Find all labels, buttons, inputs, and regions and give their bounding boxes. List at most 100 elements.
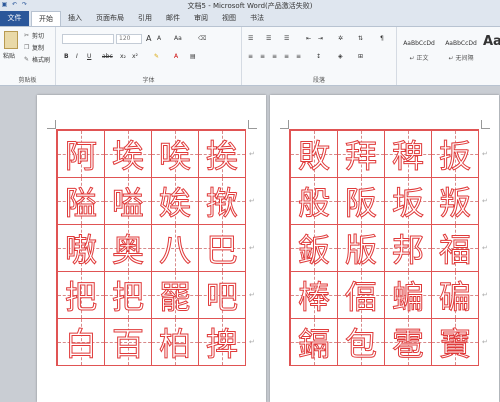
style-heading[interactable]: Aa xyxy=(483,31,500,65)
grid-cell: 福 xyxy=(431,224,479,272)
outline-character: 埃 xyxy=(111,137,144,176)
outline-character: 稗 xyxy=(391,137,424,176)
outline-character: 唉 xyxy=(158,137,191,176)
font-name-input[interactable] xyxy=(62,34,114,44)
change-case-button[interactable]: Aa xyxy=(174,34,182,43)
increase-indent-icon[interactable]: ⇥ xyxy=(318,34,323,43)
underline-button[interactable]: U xyxy=(87,52,91,61)
grid-cell: 巴 xyxy=(198,224,246,272)
decrease-indent-icon[interactable]: ⇤ xyxy=(306,34,311,43)
superscript-button[interactable]: x² xyxy=(132,52,138,61)
ribbon: 粘贴 ✂ 剪切 ❐ 复制 ✎ 格式刷 剪贴板 120 A A Aa ⌫ B I U a… xyxy=(0,27,500,86)
paste-button[interactable]: 粘贴 xyxy=(3,51,15,60)
grid-cell: 嗷 xyxy=(57,224,105,272)
sort-icon[interactable]: ⇅ xyxy=(358,34,363,43)
bullets-icon[interactable]: ☰ xyxy=(248,34,253,43)
tab-7[interactable]: 书法 xyxy=(243,11,271,26)
grid-cell: 鈑 xyxy=(290,224,338,272)
paragraph-mark-icon: ↵ xyxy=(249,338,255,346)
tab-5[interactable]: 审阅 xyxy=(187,11,215,26)
grid-cell: 唉 xyxy=(151,130,199,178)
grid-cell: 叛 xyxy=(431,177,479,225)
char-shading-icon[interactable]: ▤ xyxy=(190,52,196,61)
paragraph-mark-icon: ↵ xyxy=(482,150,488,158)
document-area[interactable]: 阿埃唉挨 ↵ 隘嗌娭揿 ↵ 嗷奥八巴 ↵ 把把罷吧 ↵ 白百柏捭 ↵ 敗拜稗扳 ↵ 般阪坂叛 ↵ 鈑版邦福… xyxy=(0,86,500,402)
tab-1[interactable]: 插入 xyxy=(61,11,89,26)
grid-cell: 揿 xyxy=(198,177,246,225)
multilevel-list-icon[interactable]: ☰ xyxy=(284,34,289,43)
justify-icon[interactable]: ≡ xyxy=(284,52,289,61)
copy-button[interactable]: ❐ 复制 xyxy=(24,43,44,52)
style-no-spacing[interactable]: AaBbCcDd ↵ 无间隔 xyxy=(441,31,481,65)
tab-2[interactable]: 页面布局 xyxy=(89,11,131,26)
shading-icon[interactable]: ◈ xyxy=(338,52,343,61)
distributed-icon[interactable]: ≡ xyxy=(296,52,301,61)
crop-mark xyxy=(47,120,56,129)
grid-cell: 八 xyxy=(151,224,199,272)
title-bar: ▣ ↶ ↷ 文档5 - Microsoft Word(产品激活失败) xyxy=(0,0,500,11)
outline-character: 阿 xyxy=(64,137,97,176)
grid-cell: 雹 xyxy=(384,318,432,366)
cut-label: 剪切 xyxy=(32,33,45,40)
outline-character: 偪 xyxy=(344,278,377,317)
line-spacing-icon[interactable]: ↕ xyxy=(316,52,321,61)
outline-character: 嗌 xyxy=(111,184,144,223)
grid-cell: 偪 xyxy=(337,271,385,319)
paragraph-mark-icon: ↵ xyxy=(249,150,255,158)
show-marks-icon[interactable]: ¶ xyxy=(380,34,384,43)
grid-cell: 奥 xyxy=(104,224,152,272)
bold-button[interactable]: B xyxy=(64,52,69,61)
clear-format-icon[interactable]: ⌫ xyxy=(198,34,206,43)
tab-6[interactable]: 视图 xyxy=(215,11,243,26)
borders-icon[interactable]: ⊞ xyxy=(358,52,363,61)
tab-0[interactable]: 开始 xyxy=(31,11,61,26)
outline-character: 鈑 xyxy=(297,231,330,270)
align-left-icon[interactable]: ≡ xyxy=(248,52,253,61)
paste-icon[interactable] xyxy=(4,31,18,49)
paragraph-mark-icon: ↵ xyxy=(482,244,488,252)
page-2[interactable]: 敗拜稗扳 ↵ 般阪坂叛 ↵ 鈑版邦福 ↵ 棒偪蝙碥 ↵ 鎘包雹寶 ↵ xyxy=(270,95,499,402)
cut-button[interactable]: ✂ 剪切 xyxy=(24,31,44,40)
calligraphy-grid: 阿埃唉挨 ↵ 隘嗌娭揿 ↵ 嗷奥八巴 ↵ 把把罷吧 ↵ 白百柏捭 ↵ xyxy=(56,129,255,366)
clipboard-group: 粘贴 ✂ 剪切 ❐ 复制 ✎ 格式刷 剪贴板 xyxy=(0,27,56,85)
format-painter-button[interactable]: ✎ 格式刷 xyxy=(24,55,50,64)
font-color-icon[interactable]: A xyxy=(174,52,178,61)
page-1[interactable]: 阿埃唉挨 ↵ 隘嗌娭揿 ↵ 嗷奥八巴 ↵ 把把罷吧 ↵ 白百柏捭 ↵ xyxy=(37,95,266,402)
grid-cell: 拜 xyxy=(337,130,385,178)
tab-4[interactable]: 邮件 xyxy=(159,11,187,26)
align-right-icon[interactable]: ≡ xyxy=(272,52,277,61)
highlight-icon[interactable]: ✎ xyxy=(154,52,159,61)
tab-3[interactable]: 引用 xyxy=(131,11,159,26)
grid-cell: 白 xyxy=(57,318,105,366)
outline-character: 坂 xyxy=(391,184,424,223)
grid-cell: 鎘 xyxy=(290,318,338,366)
outline-character: 奥 xyxy=(111,231,144,270)
font-group-label: 字体 xyxy=(142,77,155,84)
grid-cell: 把 xyxy=(104,271,152,319)
grow-font-button[interactable]: A xyxy=(146,34,151,43)
scissors-icon: ✂ xyxy=(24,31,30,39)
outline-character: 把 xyxy=(111,278,144,317)
paragraph-group: ☰ ☰ ☰ ⇤ ⇥ ✲ ⇅ ¶ ≡ ≡ ≡ ≡ ≡ ↕ ◈ ⊞ 段落 xyxy=(242,27,397,85)
crop-mark xyxy=(248,120,257,129)
style-normal[interactable]: AaBbCcDd ↵ 正文 xyxy=(399,31,439,65)
subscript-button[interactable]: x₂ xyxy=(120,52,126,61)
outline-character: 般 xyxy=(297,184,330,223)
outline-character: 鎘 xyxy=(297,325,330,364)
tab-file[interactable]: 文件 xyxy=(0,11,29,26)
grid-cell: 棒 xyxy=(290,271,338,319)
strikethrough-button[interactable]: abc xyxy=(102,52,113,61)
outline-character: 邦 xyxy=(391,231,424,270)
chinese-layout-icon[interactable]: ✲ xyxy=(338,34,343,43)
grid-cell: 邦 xyxy=(384,224,432,272)
font-size-input[interactable]: 120 xyxy=(116,34,142,44)
italic-button[interactable]: I xyxy=(76,52,78,61)
align-center-icon[interactable]: ≡ xyxy=(260,52,265,61)
paragraph-mark-icon: ↵ xyxy=(482,338,488,346)
paragraph-group-label: 段落 xyxy=(312,77,325,84)
grid-cell: 罷 xyxy=(151,271,199,319)
outline-character: 敗 xyxy=(297,137,330,176)
outline-character: 揿 xyxy=(205,184,238,223)
shrink-font-button[interactable]: A xyxy=(157,34,161,43)
numbering-icon[interactable]: ☰ xyxy=(266,34,271,43)
